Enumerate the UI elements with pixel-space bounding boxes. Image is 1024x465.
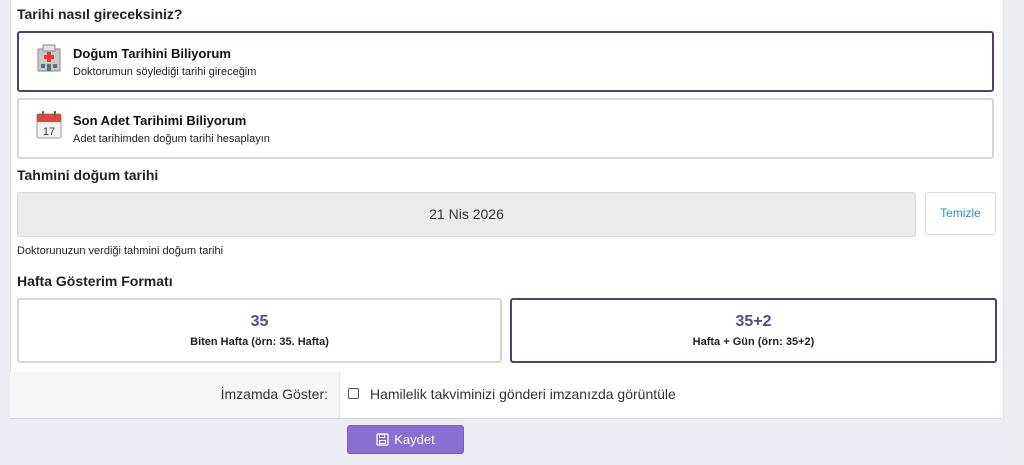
week-format-value: 35 xyxy=(250,313,269,330)
date-entry-question: Tarihi nasıl gireceksiniz? xyxy=(17,6,183,22)
signature-row: İmzamda Göster: Hamilelik takviminizi gö… xyxy=(10,372,1002,418)
week-format-label: Hafta + Gün (örn: 35+2) xyxy=(692,336,815,348)
clear-button[interactable]: Temizle xyxy=(925,192,996,235)
hospital-icon xyxy=(36,44,62,72)
due-date-hint: Doktorunuzun verdiği tahmini doğum tarih… xyxy=(17,245,224,257)
option-last-period-known[interactable]: 17 Son Adet Tarihimi Biliyorum Adet tari… xyxy=(17,98,994,159)
option-subtitle: Doktorumun söylediği tarihi gireceğim xyxy=(73,66,257,78)
floppy-disk-icon xyxy=(376,433,389,446)
option-title: Doğum Tarihini Biliyorum xyxy=(73,46,231,61)
option-subtitle: Adet tarihimden doğum tarihi hesaplayın xyxy=(73,133,270,145)
save-button[interactable]: Kaydet xyxy=(347,425,464,454)
week-format-completed[interactable]: 35 Biten Hafta (örn: 35. Hafta) xyxy=(17,298,502,363)
week-format-value: 35+2 xyxy=(735,313,772,330)
due-date-heading: Tahmini doğum tarihi xyxy=(17,167,159,183)
form-footer: Kaydet xyxy=(10,418,1002,465)
signature-label-cell: İmzamda Göster: xyxy=(10,372,340,418)
option-due-date-known[interactable]: Doğum Tarihini Biliyorum Doktorumun söyl… xyxy=(17,31,994,92)
due-date-input[interactable]: 21 Nis 2026 xyxy=(17,192,916,237)
week-format-heading: Hafta Gösterim Formatı xyxy=(17,273,173,289)
calendar-icon-day: 17 xyxy=(43,126,55,138)
week-format-label: Biten Hafta (örn: 35. Hafta) xyxy=(190,336,329,348)
calendar-icon: 17 xyxy=(36,111,62,139)
signature-label: İmzamda Göster: xyxy=(220,386,328,402)
save-button-label: Kaydet xyxy=(394,432,435,447)
signature-checkbox[interactable] xyxy=(348,388,359,399)
week-format-week-plus-day[interactable]: 35+2 Hafta + Gün (örn: 35+2) xyxy=(510,298,997,363)
signature-checkbox-label[interactable]: Hamilelik takviminizi gönderi imzanızda … xyxy=(370,386,676,402)
option-title: Son Adet Tarihimi Biliyorum xyxy=(73,113,247,128)
